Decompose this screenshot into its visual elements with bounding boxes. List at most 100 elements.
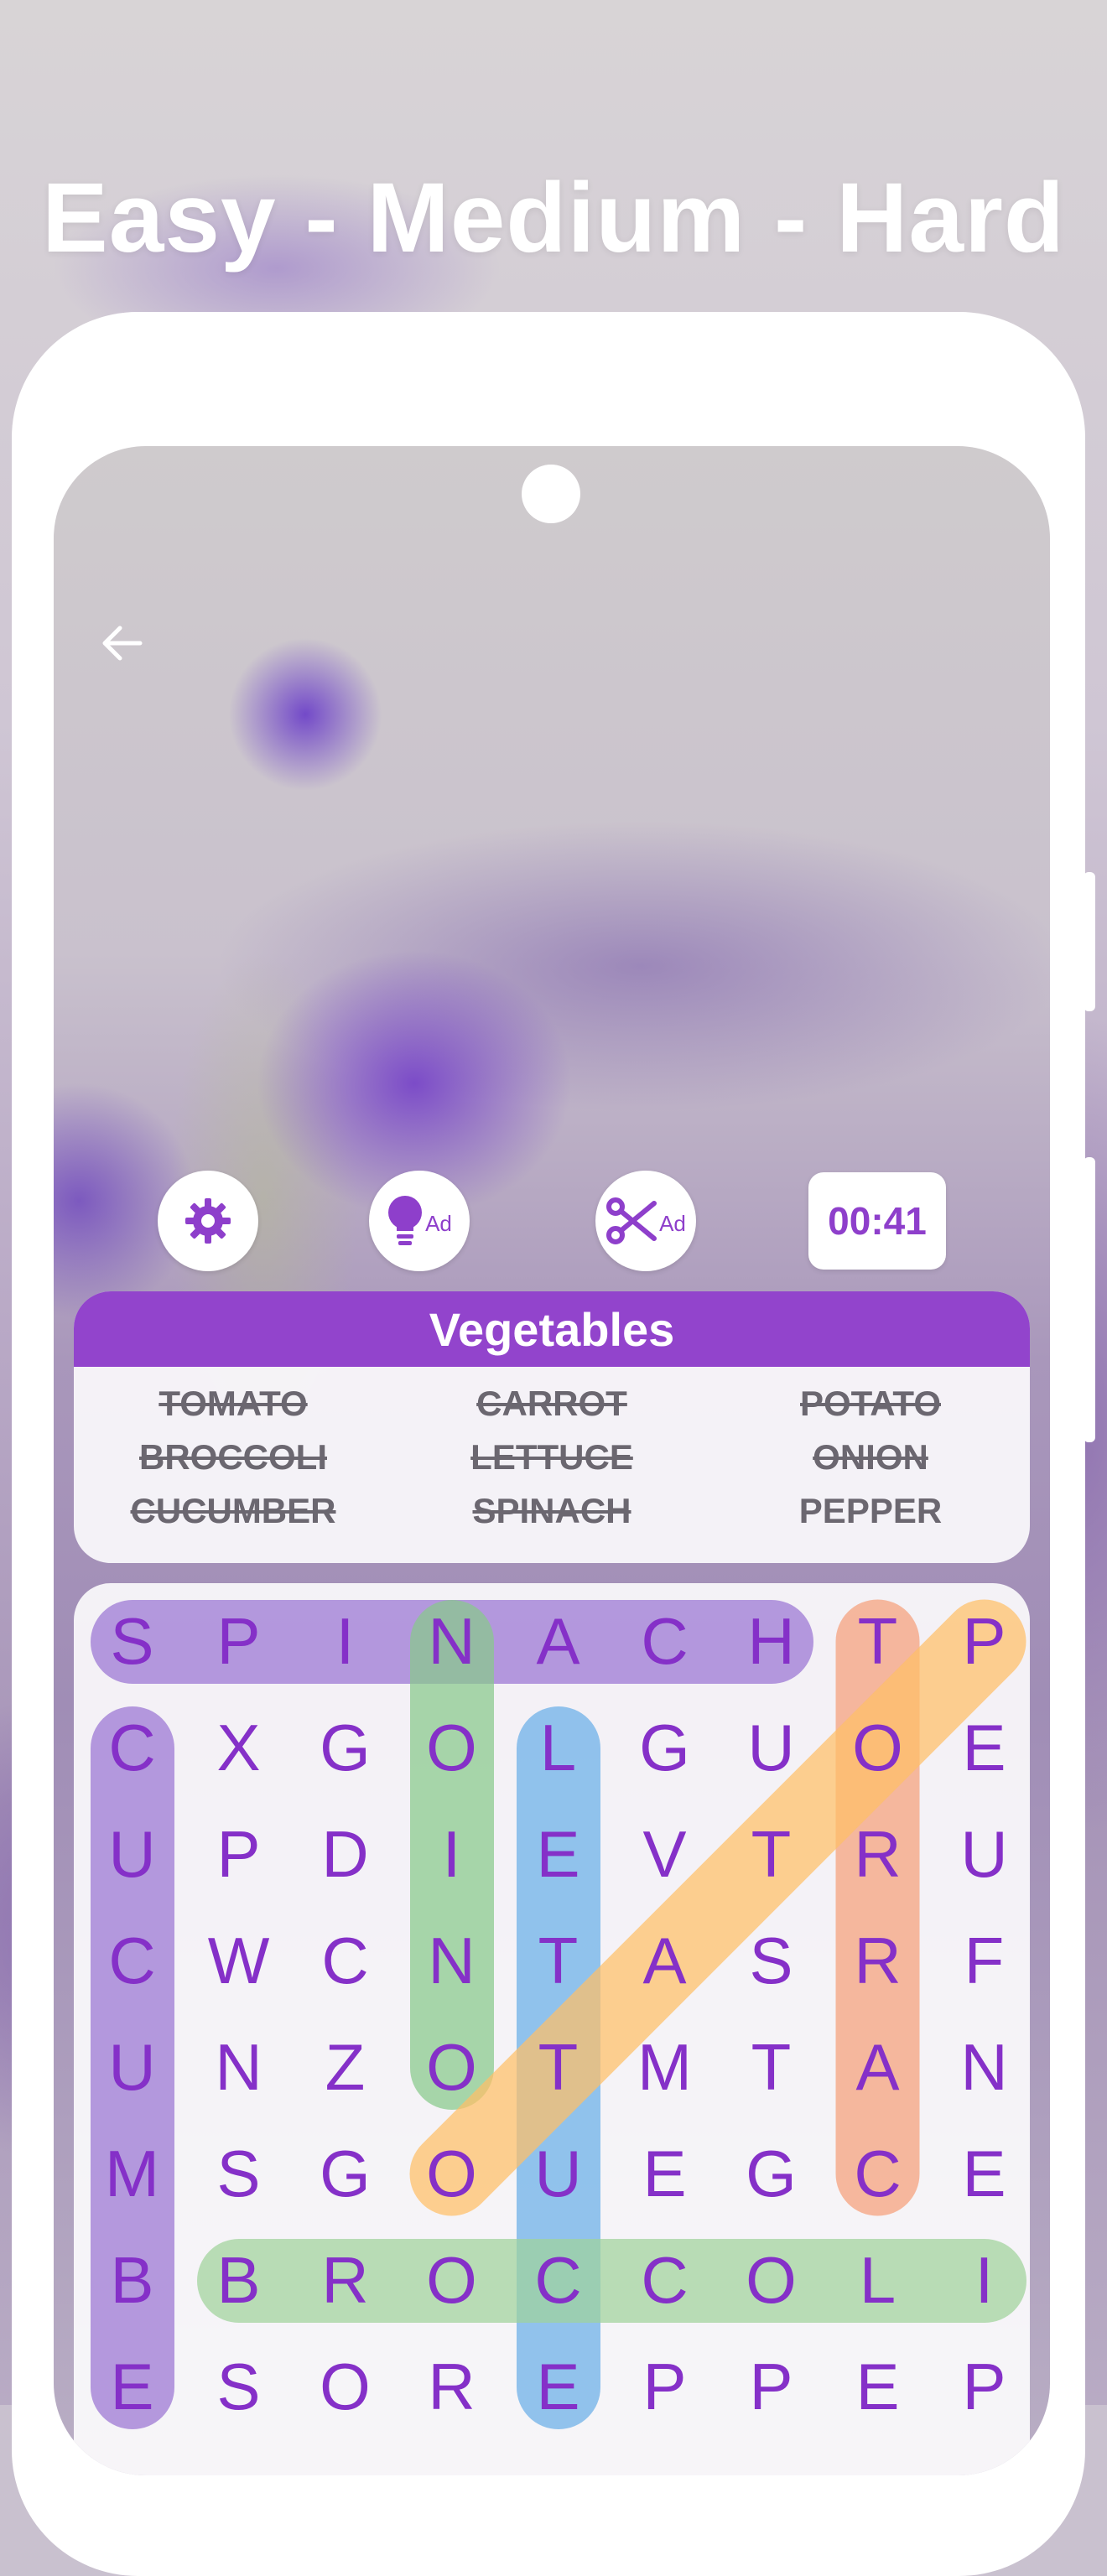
timer: 00:41	[808, 1172, 946, 1270]
lightbulb-icon	[388, 1196, 423, 1245]
word-item: LETTUCE	[470, 1437, 633, 1477]
grid-cell[interactable]: E	[931, 1695, 1037, 1801]
grid-cell[interactable]: G	[718, 2121, 824, 2227]
grid-cell[interactable]: A	[824, 2014, 931, 2121]
grid-cell[interactable]: I	[398, 1801, 505, 1908]
grid-cell[interactable]: C	[79, 1908, 185, 2014]
grid-cell[interactable]: L	[505, 1695, 611, 1801]
grid-cell[interactable]: P	[185, 1588, 292, 1695]
grid-cell[interactable]: C	[611, 1588, 718, 1695]
camera-cutout	[522, 465, 580, 523]
game-screen: Ad Ad 00:41 Vegetables TOMATO CARROT POT…	[54, 446, 1050, 2475]
grid-cell[interactable]: D	[292, 1801, 398, 1908]
grid-cell[interactable]: O	[824, 1695, 931, 1801]
phone-side-button-upper	[1084, 872, 1095, 1011]
grid-cell[interactable]: M	[611, 2014, 718, 2121]
grid-cell[interactable]: C	[824, 2121, 931, 2227]
grid-cell[interactable]: S	[185, 2121, 292, 2227]
grid-cell[interactable]: B	[79, 2227, 185, 2334]
grid-cell[interactable]: X	[185, 1695, 292, 1801]
grid-cell[interactable]: G	[292, 1695, 398, 1801]
word-item: CUCUMBER	[130, 1491, 336, 1530]
grid-cell[interactable]: H	[718, 1588, 824, 1695]
grid-cell[interactable]: A	[505, 1588, 611, 1695]
grid-cell[interactable]: Z	[292, 2014, 398, 2121]
word-item: TOMATO	[159, 1384, 308, 1423]
grid-cell[interactable]: P	[931, 2334, 1037, 2440]
grid-cell[interactable]: C	[292, 1908, 398, 2014]
grid-cell[interactable]: C	[79, 1695, 185, 1801]
grid-cell[interactable]: P	[185, 1801, 292, 1908]
scissors-icon	[606, 1197, 657, 1244]
word-item: CARROT	[476, 1384, 627, 1423]
cut-ad-label: Ad	[659, 1210, 686, 1236]
grid-cell[interactable]: O	[398, 2121, 505, 2227]
word-item: ONION	[813, 1437, 928, 1477]
grid-cell[interactable]: P	[931, 1588, 1037, 1695]
back-button[interactable]	[92, 614, 151, 673]
grid-cell[interactable]: E	[824, 2334, 931, 2440]
grid-cell[interactable]: A	[611, 1908, 718, 2014]
word-list-card: Vegetables TOMATO CARROT POTATO BROCCOLI…	[74, 1291, 1030, 1563]
grid-cell[interactable]: U	[505, 2121, 611, 2227]
grid-cell[interactable]: R	[398, 2334, 505, 2440]
cut-button[interactable]: Ad	[595, 1171, 696, 1271]
grid-cell[interactable]: O	[292, 2334, 398, 2440]
grid-cell[interactable]: C	[505, 2227, 611, 2334]
grid-cell[interactable]: O	[398, 2014, 505, 2121]
word-item: PEPPER	[798, 1491, 943, 1530]
grid-cell[interactable]: U	[79, 2014, 185, 2121]
grid-cell[interactable]: M	[79, 2121, 185, 2227]
hint-ad-label: Ad	[425, 1210, 452, 1236]
word-list: TOMATO CARROT POTATO BROCCOLI LETTUCE ON…	[74, 1367, 1030, 1536]
grid-cell[interactable]: N	[398, 1588, 505, 1695]
grid-cell[interactable]: V	[611, 1801, 718, 1908]
grid-cell[interactable]: N	[185, 2014, 292, 2121]
letter-grid[interactable]: SPINACHTPCXGOLGUOEUPDIEVTRUCWCNTASRFUNZO…	[74, 1581, 1044, 2475]
grid-cell[interactable]: O	[398, 2227, 505, 2334]
grid-cell[interactable]: B	[185, 2227, 292, 2334]
grid-cell[interactable]: U	[718, 1695, 824, 1801]
grid-cell[interactable]: C	[611, 2227, 718, 2334]
grid-cell[interactable]: E	[505, 1801, 611, 1908]
grid-cell[interactable]: U	[931, 1801, 1037, 1908]
hint-button[interactable]: Ad	[369, 1171, 470, 1271]
grid-cell[interactable]: G	[292, 2121, 398, 2227]
back-arrow-icon	[102, 626, 143, 661]
grid-cell[interactable]: E	[79, 2334, 185, 2440]
grid-cell[interactable]: E	[611, 2121, 718, 2227]
word-item: SPINACH	[472, 1491, 631, 1530]
grid-cell[interactable]: N	[398, 1908, 505, 2014]
grid-cell[interactable]: T	[824, 1588, 931, 1695]
word-item: POTATO	[800, 1384, 941, 1423]
grid-cell[interactable]: R	[292, 2227, 398, 2334]
grid-cell[interactable]: S	[718, 1908, 824, 2014]
grid-cell[interactable]: P	[718, 2334, 824, 2440]
grid-cell[interactable]: T	[505, 1908, 611, 2014]
grid-cell[interactable]: L	[824, 2227, 931, 2334]
category-title: Vegetables	[74, 1291, 1030, 1367]
grid-cell[interactable]: E	[505, 2334, 611, 2440]
promo-title: Easy - Medium - Hard	[42, 163, 1065, 273]
grid-cell[interactable]: I	[931, 2227, 1037, 2334]
grid-cell[interactable]: O	[718, 2227, 824, 2334]
grid-cell[interactable]: T	[718, 1801, 824, 1908]
grid-cell[interactable]: N	[931, 2014, 1037, 2121]
grid-cell[interactable]: S	[79, 1588, 185, 1695]
grid-cell[interactable]: U	[79, 1801, 185, 1908]
grid-cell[interactable]: O	[398, 1695, 505, 1801]
grid-cell[interactable]: F	[931, 1908, 1037, 2014]
grid-cell[interactable]: T	[505, 2014, 611, 2121]
grid-cell[interactable]: E	[931, 2121, 1037, 2227]
grid-cell[interactable]: R	[824, 1801, 931, 1908]
word-item: BROCCOLI	[139, 1437, 327, 1477]
grid-cell[interactable]: W	[185, 1908, 292, 2014]
grid-cell[interactable]: S	[185, 2334, 292, 2440]
grid-cell[interactable]: G	[611, 1695, 718, 1801]
grid-cell[interactable]: P	[611, 2334, 718, 2440]
settings-button[interactable]	[158, 1171, 258, 1271]
grid-cell[interactable]: R	[824, 1908, 931, 2014]
grid-cell[interactable]: T	[718, 2014, 824, 2121]
grid-cell[interactable]: I	[292, 1588, 398, 1695]
gear-icon	[185, 1198, 231, 1244]
